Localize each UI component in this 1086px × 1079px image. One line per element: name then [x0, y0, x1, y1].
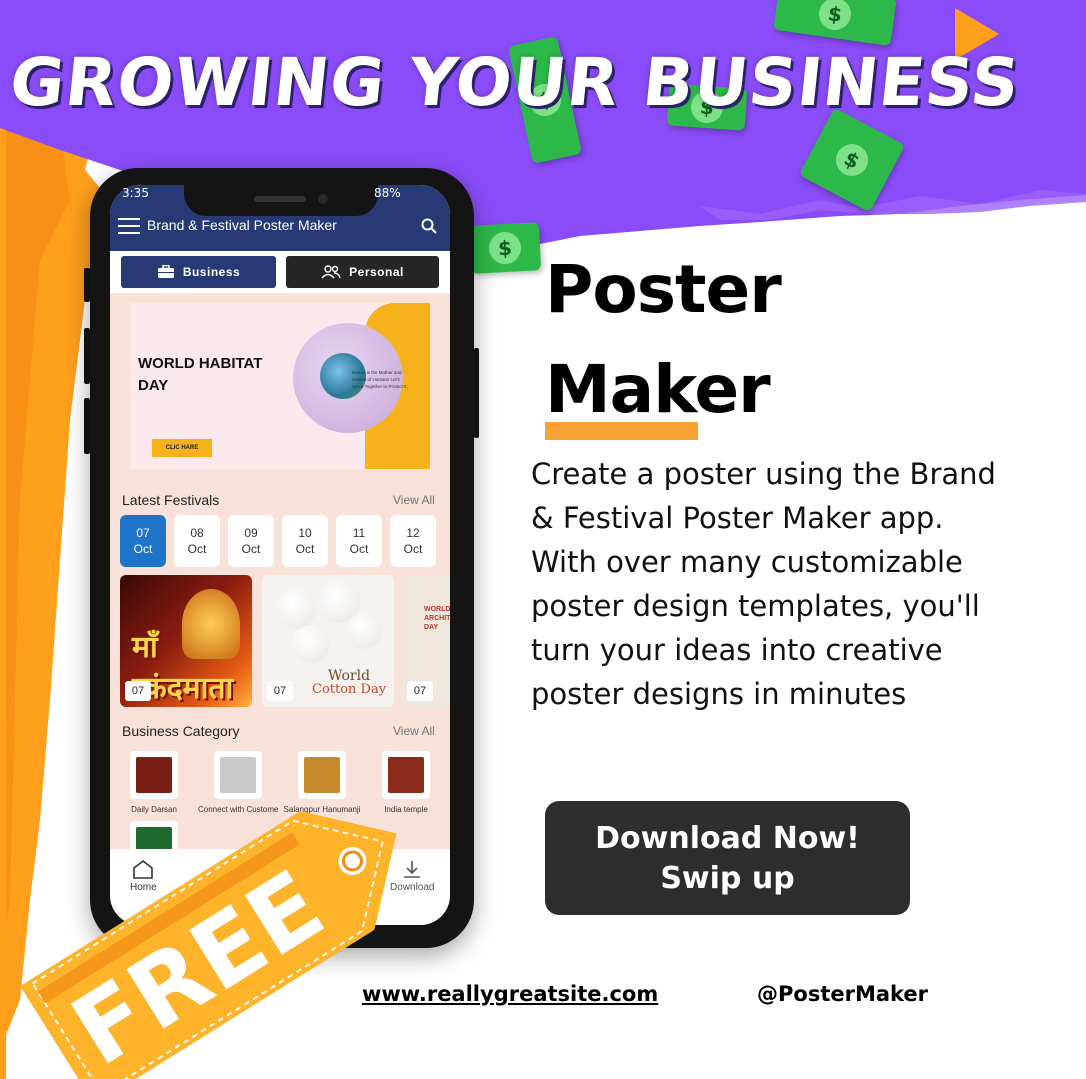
- cotton-ball-image: [276, 589, 316, 629]
- date-chip[interactable]: 07 Oct: [120, 515, 166, 567]
- festivals-view-all[interactable]: View All: [393, 493, 435, 507]
- title-line-1: Poster: [545, 251, 782, 328]
- festival-date-strip: 07 Oct 08 Oct 09 Oct 10 Oct 11 Oct 12 Oct: [120, 515, 450, 567]
- category-thumbnail: [304, 757, 340, 793]
- dollar-coin-icon: $: [488, 231, 522, 265]
- category-thumbnail: [136, 757, 172, 793]
- description: Create a poster using the Brand & Festiv…: [531, 457, 996, 711]
- camera: [318, 194, 328, 204]
- people-icon: [321, 265, 341, 279]
- dollar-coin-icon: $: [830, 138, 874, 182]
- phone-power-button: [474, 348, 479, 438]
- date-chip[interactable]: 12 Oct: [390, 515, 436, 567]
- cta-line-1: Download Now!: [595, 821, 860, 856]
- banner-tagline: Nature is the Mother and Habitat of Huma…: [352, 370, 408, 389]
- status-battery: 88%: [374, 186, 401, 200]
- business-view-all[interactable]: View All: [393, 724, 435, 738]
- tab-business-label: Business: [182, 265, 241, 279]
- banner-title: WORLD HABITAT DAY: [138, 355, 263, 394]
- festival-date-badge: 07: [267, 681, 293, 701]
- phone-side-button: [84, 398, 90, 454]
- social-handle: @PosterMaker: [757, 982, 929, 1006]
- festival-card-text: World Cotton Day: [312, 668, 387, 697]
- cotton-ball-image: [292, 625, 330, 663]
- phone-side-button: [84, 328, 90, 384]
- poster-canvas: $ $ $ $ $ GROWING YOUR BUSINESS Brand & …: [0, 0, 1086, 1079]
- dollar-coin-icon: $: [816, 0, 854, 33]
- app-title: Brand & Festival Poster Maker: [147, 217, 337, 233]
- cta-line-2: Swip up: [660, 861, 795, 896]
- search-icon[interactable]: [421, 218, 437, 234]
- category-thumbnail: [220, 757, 256, 793]
- promo-banner[interactable]: WORLD HABITAT DAY Nature is the Mother a…: [130, 303, 430, 469]
- cotton-ball-image: [346, 613, 382, 649]
- website-link[interactable]: www.reallygreatsite.com: [362, 982, 658, 1006]
- festival-date-badge: 07: [125, 681, 151, 701]
- festival-card-text: WORLD ARCHITECTURE DAY: [424, 606, 450, 631]
- tab-business[interactable]: Business: [121, 256, 276, 288]
- speaker: [254, 196, 306, 202]
- briefcase-icon: [157, 265, 174, 278]
- tab-personal-label: Personal: [349, 265, 404, 279]
- menu-icon[interactable]: [118, 218, 140, 234]
- title-underline: [545, 422, 698, 440]
- category-thumbnail: [388, 757, 424, 793]
- money-bill-5: $: [468, 222, 542, 274]
- date-chip[interactable]: 11 Oct: [336, 515, 382, 567]
- festival-card-architecture[interactable]: WORLD ARCHITECTURE DAY 07: [402, 575, 450, 707]
- festival-card-skandamata[interactable]: माँ स्कंदमाता 07: [120, 575, 252, 707]
- status-time: 3:35: [122, 186, 149, 200]
- date-chip[interactable]: 08 Oct: [174, 515, 220, 567]
- tab-personal[interactable]: Personal: [286, 256, 439, 288]
- headline: GROWING YOUR BUSINESS: [6, 44, 1024, 121]
- free-tag: FREE: [20, 811, 397, 1079]
- phone-side-button: [84, 268, 90, 302]
- date-chip[interactable]: 09 Oct: [228, 515, 274, 567]
- page-title: Poster Maker: [545, 240, 782, 440]
- latest-festivals-title: Latest Festivals: [122, 492, 220, 508]
- date-chip[interactable]: 10 Oct: [282, 515, 328, 567]
- festival-date-badge: 07: [407, 681, 433, 701]
- phone-notch: [184, 168, 378, 216]
- download-now-button[interactable]: Download Now! Swip up: [545, 801, 910, 915]
- festival-card-cotton-day[interactable]: World Cotton Day 07: [262, 575, 394, 707]
- banner-cta-button[interactable]: CLIC HARE: [152, 439, 212, 457]
- business-category-title: Business Category: [122, 723, 240, 739]
